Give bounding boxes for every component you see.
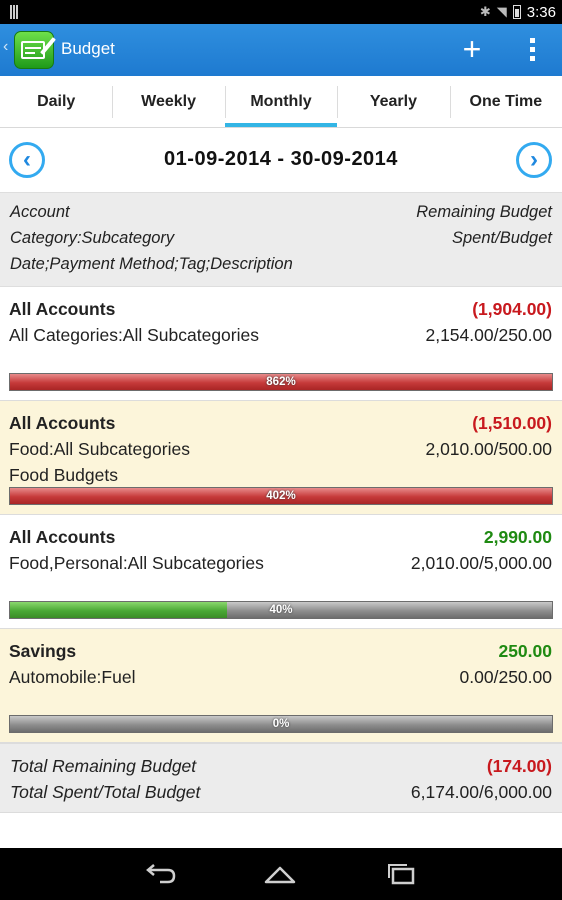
budget-remaining: 250.00: [498, 641, 552, 661]
budget-app-icon[interactable]: [14, 31, 56, 69]
budget-row[interactable]: All Accounts (1,904.00) All Categories:A…: [0, 287, 562, 401]
tab-weekly[interactable]: Weekly: [112, 76, 224, 127]
back-icon[interactable]: [142, 860, 178, 888]
total-remaining-label: Total Remaining Budget: [10, 756, 197, 776]
system-nav-bar: [0, 848, 562, 900]
budget-remaining: (1,510.00): [472, 413, 552, 433]
legend-account: Account: [10, 203, 70, 221]
page-title: Budget: [61, 39, 115, 58]
tab-monthly[interactable]: Monthly: [224, 76, 338, 127]
budget-progress-bar: 402%: [9, 487, 553, 505]
tab-yearly[interactable]: Yearly: [337, 76, 449, 127]
status-bar: ✱ ◥ 3:36: [0, 0, 562, 24]
legend-details: Date;Payment Method;Tag;Description: [10, 255, 293, 273]
progress-percent: 862%: [266, 376, 296, 388]
budget-remaining: 2,990.00: [483, 527, 552, 547]
budget-account: Savings: [9, 641, 77, 661]
legend-spent-budget: Spent/Budget: [452, 229, 552, 247]
progress-percent: 0%: [272, 718, 290, 730]
budget-row[interactable]: All Accounts (1,510.00) Food:All Subcate…: [0, 401, 562, 515]
bluetooth-icon: ✱: [479, 4, 491, 19]
budget-progress-bar: 862%: [9, 373, 553, 391]
wifi-icon: ◥: [496, 4, 507, 19]
date-range: 01-09-2014 - 30-09-2014: [164, 148, 398, 170]
progress-percent: 40%: [269, 604, 293, 616]
budget-totals: Total Remaining Budget (174.00) Total Sp…: [0, 743, 562, 813]
budget-account: All Accounts: [9, 527, 116, 547]
add-icon[interactable]: +: [456, 33, 488, 66]
legend-remaining: Remaining Budget: [416, 203, 552, 221]
budget-category: Food:All Subcategories: [9, 439, 190, 459]
budget-description: Food Budgets: [9, 465, 118, 485]
date-navigator: ‹ 01-09-2014 - 30-09-2014 ›: [0, 128, 562, 192]
budget-row[interactable]: Savings 250.00 Automobile:Fuel 0.00/250.…: [0, 629, 562, 743]
total-remaining-value: (174.00): [486, 756, 552, 776]
budget-spent: 2,154.00/250.00: [425, 325, 552, 345]
budget-category: Automobile:Fuel: [9, 667, 136, 687]
period-tabs: Daily Weekly Monthly Yearly One Time: [0, 76, 562, 128]
budget-account: All Accounts: [9, 299, 116, 319]
progress-percent: 402%: [266, 490, 296, 502]
legend-category: Category:Subcategory: [10, 229, 175, 247]
total-spent-value: 6,174.00/6,000.00: [410, 782, 552, 802]
back-caret-icon[interactable]: ‹: [3, 38, 8, 56]
budget-spent: 2,010.00/500.00: [425, 439, 552, 459]
tab-one-time[interactable]: One Time: [449, 76, 562, 127]
column-legend: Account Category:Subcategory Date;Paymen…: [0, 192, 562, 287]
total-spent-label: Total Spent/Total Budget: [10, 782, 201, 802]
budget-category: All Categories:All Subcategories: [9, 325, 259, 345]
notification-bars-icon: [10, 5, 22, 19]
battery-icon: [512, 5, 521, 19]
chevron-right-circle-icon[interactable]: ›: [516, 142, 552, 178]
budget-category: Food,Personal:All Subcategories: [9, 553, 264, 573]
budget-remaining: (1,904.00): [472, 299, 552, 319]
budget-spent: 2,010.00/5,000.00: [410, 553, 552, 573]
overflow-menu-icon[interactable]: [520, 38, 544, 64]
home-icon[interactable]: [262, 860, 298, 888]
budget-progress-bar: 0%: [9, 715, 553, 733]
budget-progress-bar: 40%: [9, 601, 553, 619]
system-icons: ✱ ◥ 3:36: [480, 0, 556, 24]
tab-daily[interactable]: Daily: [0, 76, 112, 127]
budget-spent: 0.00/250.00: [459, 667, 552, 687]
budget-account: All Accounts: [9, 413, 116, 433]
clock: 3:36: [526, 3, 556, 21]
recent-apps-icon[interactable]: [383, 860, 419, 888]
action-bar: ‹ Budget +: [0, 24, 562, 76]
budget-row[interactable]: All Accounts 2,990.00 Food,Personal:All …: [0, 515, 562, 629]
